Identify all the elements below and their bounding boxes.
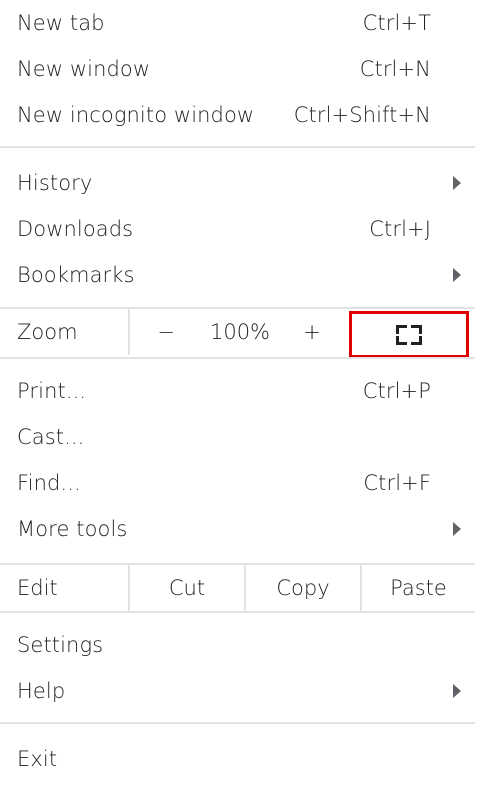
shortcut-label: Ctrl+N (359, 57, 431, 81)
menu-item-label: New incognito window (17, 103, 255, 127)
zoom-out-button[interactable]: − (130, 309, 202, 355)
menu-item-label: Downloads (17, 217, 134, 241)
menu-item-new-window[interactable]: New window Ctrl+N (0, 49, 475, 89)
chrome-main-menu: New tab Ctrl+T New window Ctrl+N New inc… (0, 0, 475, 794)
menu-item-find[interactable]: Find... Ctrl+F (0, 463, 475, 503)
shortcut-label: Ctrl+Shift+N (293, 103, 431, 127)
menu-item-settings[interactable]: Settings (0, 625, 475, 665)
submenu-arrow-icon (453, 176, 461, 190)
shortcut-label: Ctrl+F (363, 471, 431, 495)
menu-item-label: Exit (17, 747, 58, 771)
shortcut-label: Ctrl+J (369, 217, 431, 241)
submenu-arrow-icon (453, 684, 461, 698)
zoom-label: Zoom (17, 320, 78, 344)
submenu-arrow-icon (453, 268, 461, 282)
menu-item-history[interactable]: History (0, 163, 475, 203)
menu-item-label: New window (17, 57, 151, 81)
paste-button[interactable]: Paste (362, 565, 475, 611)
menu-item-more-tools[interactable]: More tools (0, 509, 475, 549)
zoom-level: 100% (209, 320, 271, 344)
menu-item-label: Help (17, 679, 66, 703)
menu-item-exit[interactable]: Exit (0, 739, 475, 779)
menu-item-new-tab[interactable]: New tab Ctrl+T (0, 3, 475, 43)
menu-item-downloads[interactable]: Downloads Ctrl+J (0, 209, 475, 249)
menu-item-label: New tab (17, 11, 105, 35)
submenu-arrow-icon (453, 522, 461, 536)
menu-item-bookmarks[interactable]: Bookmarks (0, 255, 475, 295)
menu-item-label: Cast... (17, 425, 85, 449)
menu-item-help[interactable]: Help (0, 671, 475, 711)
zoom-in-button[interactable]: + (278, 309, 346, 355)
menu-item-label: Bookmarks (17, 263, 135, 287)
menu-item-new-incognito-window[interactable]: New incognito window Ctrl+Shift+N (0, 95, 475, 135)
edit-label: Edit (17, 576, 58, 600)
cut-button[interactable]: Cut (130, 565, 244, 611)
menu-separator (0, 611, 475, 613)
menu-item-label: History (17, 171, 93, 195)
zoom-row: Zoom − 100% + (0, 309, 475, 358)
fullscreen-icon (396, 324, 422, 345)
menu-item-label: Find... (17, 471, 81, 495)
menu-item-label: Settings (17, 633, 104, 657)
menu-item-label: Print... (17, 379, 87, 403)
edit-row: Edit Cut Copy Paste (0, 565, 475, 611)
menu-separator (0, 146, 475, 148)
fullscreen-button[interactable] (349, 311, 469, 358)
shortcut-label: Ctrl+P (362, 379, 431, 403)
menu-separator (0, 722, 475, 724)
copy-button[interactable]: Copy (246, 565, 360, 611)
shortcut-label: Ctrl+T (362, 11, 431, 35)
menu-item-cast[interactable]: Cast... (0, 417, 475, 457)
menu-item-label: More tools (17, 517, 128, 541)
menu-separator (0, 357, 475, 359)
menu-item-print[interactable]: Print... Ctrl+P (0, 371, 475, 411)
